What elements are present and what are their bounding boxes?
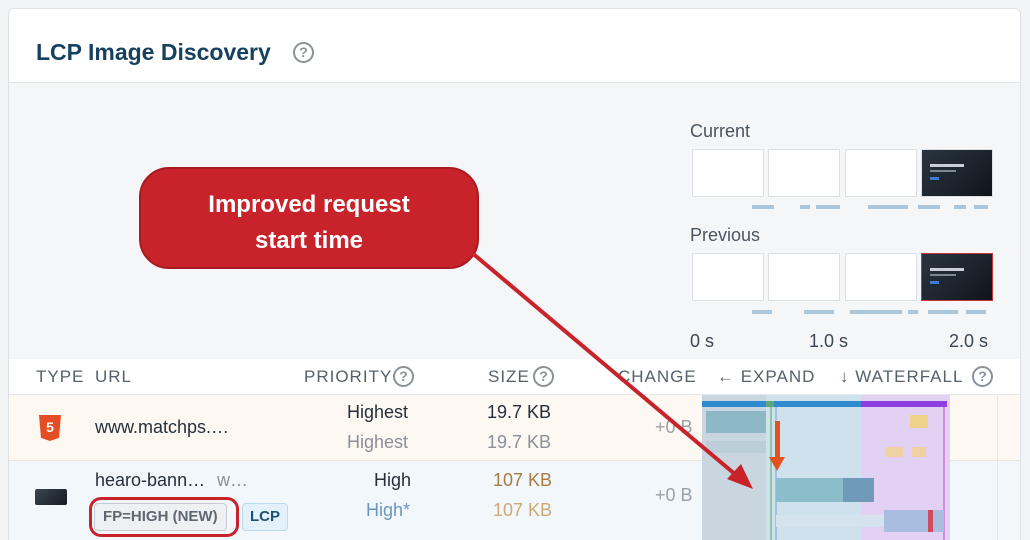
row-url-suffix: w… (217, 470, 248, 490)
waterfall-help-icon[interactable]: ? (972, 366, 993, 387)
waterfall-top-bar-purple (861, 401, 947, 407)
previous-frame-2[interactable] (768, 253, 840, 301)
previous-label: Previous (690, 225, 761, 245)
lcp-image-discovery-card: LCP Image Discovery ? Current Previous 0… (8, 8, 1021, 540)
help-icon[interactable]: ? (293, 42, 314, 63)
waterfall-right-divider (997, 395, 998, 540)
card-title: LCP Image Discovery (36, 39, 271, 65)
waterfall-line-green (770, 407, 772, 540)
row1-yellow-mark (910, 415, 928, 428)
current-frame-3[interactable] (845, 149, 917, 197)
column-change[interactable]: CHANGE (618, 367, 697, 387)
size-change: +0 B (655, 485, 693, 505)
size-current: 19.7 KB (487, 402, 552, 422)
axis-label-2: 2.0 s (949, 331, 989, 351)
size-previous: 107 KB (493, 500, 553, 520)
column-priority[interactable]: PRIORITY (304, 367, 392, 387)
current-label: Current (690, 121, 751, 141)
axis-label-1: 1.0 s (809, 331, 849, 351)
expand-button[interactable]: ← EXPAND (717, 367, 815, 387)
html-request-bar-previous (706, 441, 766, 453)
current-frame-1[interactable] (692, 149, 764, 197)
image-request-bar-previous (776, 515, 884, 527)
fp-highlight-ring (89, 497, 239, 537)
row-url[interactable]: www.matchps.… (95, 417, 229, 438)
size-current: 107 KB (493, 470, 553, 490)
previous-frame-1[interactable] (692, 253, 764, 301)
current-frame-4[interactable] (921, 149, 993, 197)
table-header: TYPE URL PRIORITY ? SIZE ? CHANGE ← EXPA… (9, 359, 1020, 395)
html-request-bar[interactable] (706, 411, 766, 433)
waterfall-toggle[interactable]: ↓ WATERFALL (840, 367, 963, 387)
row1-yellow-mark-2 (885, 447, 903, 457)
lcp-badge: LCP (242, 503, 288, 531)
previous-frame-4[interactable] (921, 253, 993, 301)
annotation-callout: Improved request start time (139, 167, 479, 269)
priority-help-icon[interactable]: ? (393, 366, 414, 387)
row1-yellow-mark-3 (912, 447, 926, 457)
priority-previous: Highest (347, 432, 409, 452)
column-type: TYPE (36, 367, 85, 386)
size-change: +0 B (655, 417, 693, 437)
row-url[interactable]: hearo-bann… (95, 470, 205, 491)
size-previous: 19.7 KB (487, 432, 552, 452)
current-progress-strip (692, 205, 992, 209)
current-frame-2[interactable] (768, 149, 840, 197)
start-shift-arrow-head (769, 457, 785, 471)
previous-progress-strip (692, 310, 992, 314)
image-request-bar-dark (843, 478, 874, 502)
priority-current: High (374, 470, 412, 490)
lcp-marker-red (928, 510, 933, 532)
axis-label-0: 0 s (690, 331, 715, 351)
html5-icon: 5 (39, 415, 61, 441)
waterfall-top-bar-blue (702, 401, 861, 407)
start-shift-arrow-shaft (775, 421, 780, 459)
column-size[interactable]: SIZE (488, 367, 530, 387)
image-icon (35, 489, 67, 505)
size-help-icon[interactable]: ? (533, 366, 554, 387)
waterfall-chart[interactable] (702, 395, 950, 540)
previous-frame-3[interactable] (845, 253, 917, 301)
priority-previous: High* (366, 500, 411, 520)
callout-text: Improved request start time (208, 191, 410, 254)
column-url[interactable]: URL (95, 367, 132, 387)
image-request-bar-previous-late (884, 510, 944, 532)
card-header: LCP Image Discovery ? (9, 9, 1020, 83)
priority-current: Highest (347, 402, 409, 422)
